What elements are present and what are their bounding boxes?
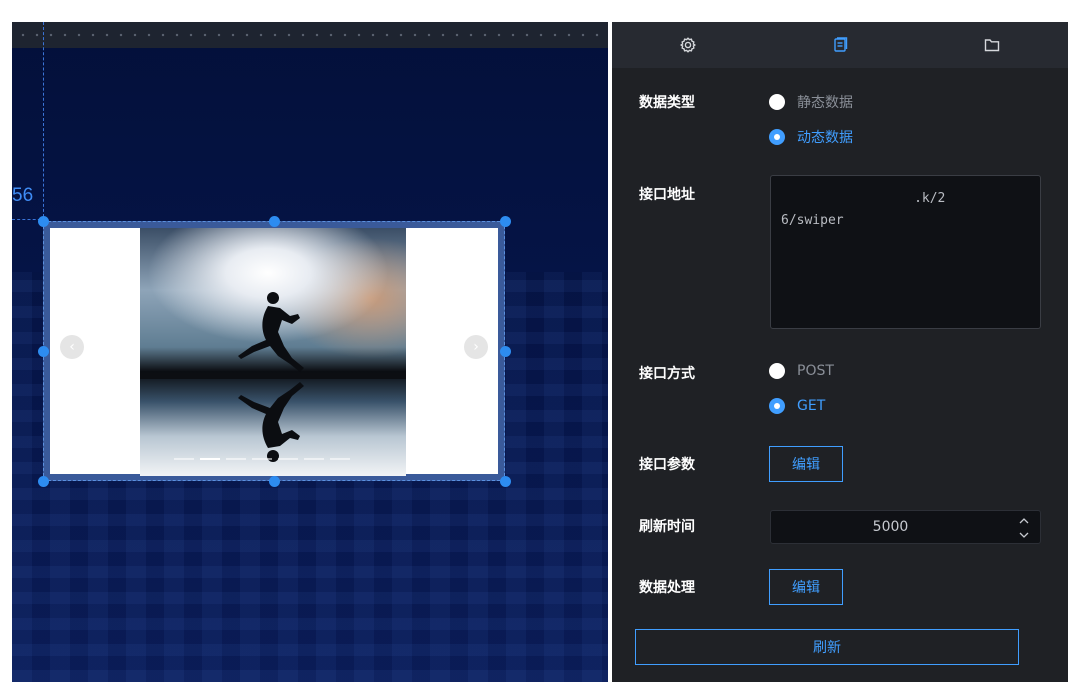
pagination-dot[interactable] [252,458,272,460]
pagination-dot[interactable] [226,458,246,460]
properties-panel: 数据类型 静态数据 动态数据 接口地址 接口方式 POST GET 接口参数 编… [612,22,1068,682]
resize-handle-top[interactable] [269,216,280,227]
panel-tabs [612,22,1068,68]
tab-settings[interactable] [612,22,764,68]
pagination-dot[interactable] [330,458,350,460]
swiper-prev-button[interactable]: ‹ [60,335,84,359]
runner-silhouette-image [238,292,304,462]
radio-dynamic-data-label: 动态数据 [797,130,853,146]
radio-get[interactable]: GET [769,398,825,414]
swiper-pagination [174,458,374,462]
resize-handle-bottom-right[interactable] [500,476,511,487]
position-coordinate-label: 56 [12,185,34,206]
radio-get-label: GET [797,398,826,414]
chevron-right-icon: › [473,339,479,355]
horizon-line [140,373,406,379]
data-icon [834,37,848,52]
data-type-label: 数据类型 [639,95,695,111]
radio-circle-unchecked[interactable] [769,94,785,110]
radio-circle-checked[interactable] [769,398,785,414]
swiper-next-button[interactable]: › [464,335,488,359]
editor-canvas[interactable]: 56 ‹ › [12,22,608,682]
chevron-down-icon[interactable] [1018,530,1030,540]
radio-post-label: POST [797,363,834,379]
number-spinner[interactable] [1018,516,1030,538]
edit-params-button[interactable]: 编辑 [769,446,843,482]
resize-handle-top-right[interactable] [500,216,511,227]
api-params-label: 接口参数 [639,457,695,473]
refresh-button[interactable]: 刷新 [635,629,1019,665]
pagination-dot[interactable] [304,458,324,460]
radio-circle-unchecked[interactable] [769,363,785,379]
data-processing-label: 数据处理 [639,580,695,596]
refresh-time-input[interactable]: 5000 [770,510,1041,544]
pagination-dot[interactable] [278,458,298,460]
gear-icon [679,37,697,53]
refresh-time-label: 刷新时间 [639,519,695,535]
pagination-dot-active[interactable] [200,458,220,460]
api-method-label: 接口方式 [639,366,695,382]
refresh-time-value: 5000 [872,519,909,535]
resize-handle-bottom-left[interactable] [38,476,49,487]
api-url-textarea[interactable] [770,175,1041,329]
resize-handle-top-left[interactable] [38,216,49,227]
resize-handle-left[interactable] [38,346,49,357]
resize-handle-right[interactable] [500,346,511,357]
folder-icon [984,39,1000,52]
chevron-left-icon: ‹ [69,339,75,355]
radio-post[interactable]: POST [769,363,834,379]
tab-data[interactable] [764,22,916,68]
resize-handle-bottom[interactable] [269,476,280,487]
radio-static-data-label: 静态数据 [797,95,853,111]
alignment-guide-vertical [43,22,44,222]
slide-image [140,228,406,476]
swiper-component[interactable]: ‹ › [43,221,505,481]
edit-processing-button[interactable]: 编辑 [769,569,843,605]
pagination-dot[interactable] [174,458,194,460]
chevron-up-icon[interactable] [1018,516,1030,526]
tab-folder[interactable] [916,22,1068,68]
radio-dynamic-data[interactable]: 动态数据 [769,127,853,147]
canvas-ruler [12,22,608,48]
radio-static-data[interactable]: 静态数据 [769,92,853,112]
api-url-label: 接口地址 [639,187,695,203]
radio-circle-checked[interactable] [769,129,785,145]
